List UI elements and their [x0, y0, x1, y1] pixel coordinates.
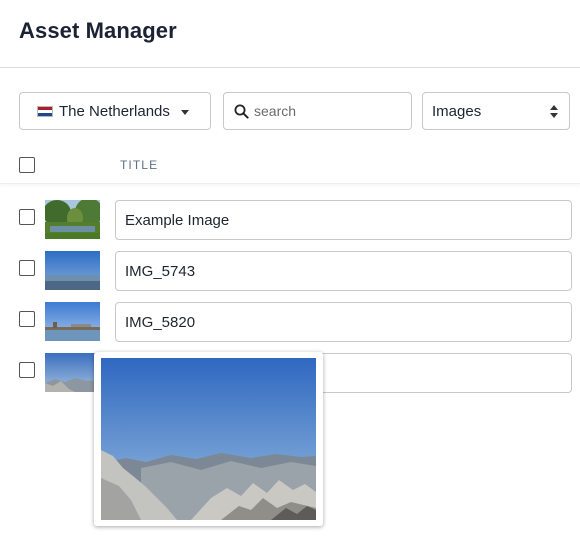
table-header: TITLE	[0, 146, 580, 184]
search-icon	[234, 104, 249, 119]
locale-dropdown[interactable]: The Netherlands	[19, 92, 211, 130]
search-input[interactable]	[254, 101, 404, 121]
select-all-checkbox[interactable]	[19, 157, 35, 173]
locale-label: The Netherlands	[59, 103, 170, 120]
table-row: IMG_5743	[0, 251, 580, 295]
thumbnail-mountain-ridge[interactable]	[45, 353, 100, 392]
title-field[interactable]: Example Image	[115, 200, 572, 240]
image-preview-popup	[94, 352, 323, 526]
thumbnail-aerial-city-sky[interactable]	[45, 251, 100, 290]
thumbnail-park-pond[interactable]	[45, 200, 100, 239]
title-field[interactable]: IMG_5743	[115, 251, 572, 291]
asset-type-select[interactable]: Images	[422, 92, 570, 130]
title-value: IMG_5820	[125, 314, 196, 331]
column-header-title: TITLE	[120, 158, 159, 172]
netherlands-flag-icon	[37, 106, 53, 117]
row-checkbox[interactable]	[19, 311, 35, 327]
thumbnail-harbor-bridge[interactable]	[45, 302, 100, 341]
title-value: Example Image	[125, 212, 230, 229]
page-title: Asset Manager	[19, 18, 177, 43]
row-checkbox[interactable]	[19, 260, 35, 276]
select-arrows-icon	[550, 105, 558, 119]
caret-down-icon	[181, 110, 189, 115]
asset-type-selected: Images	[432, 103, 482, 120]
row-checkbox[interactable]	[19, 362, 35, 378]
search-box[interactable]	[223, 92, 412, 130]
title-field[interactable]: IMG_5820	[115, 302, 572, 342]
preview-image-mountain-ridge	[101, 358, 316, 520]
table-row: IMG_5820	[0, 302, 580, 346]
table-row: Example Image	[0, 200, 580, 244]
row-checkbox[interactable]	[19, 209, 35, 225]
app-header: Asset Manager	[0, 0, 580, 68]
title-value: IMG_5743	[125, 263, 196, 280]
